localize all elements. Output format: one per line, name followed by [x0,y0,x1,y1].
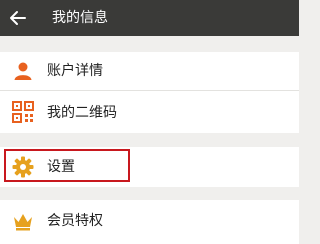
top-bar: 我的信息 [0,0,299,36]
highlight-annotation [4,149,130,182]
crown-icon [12,210,34,232]
menu-label-my-qr-code: 我的二维码 [47,105,117,121]
menu-label-vip-privileges: 会员特权 [47,213,103,229]
menu-item-my-qr-code[interactable]: 我的二维码 [0,91,299,133]
menu-item-vip-privileges[interactable]: 会员特权 [0,200,299,244]
qr-code-icon [12,101,34,123]
person-icon [12,60,34,82]
page-title: 我的信息 [52,10,108,26]
menu-item-account-details[interactable]: 账户详情 [0,52,299,90]
back-button[interactable] [6,6,30,30]
arrow-left-icon [10,11,26,25]
menu-label-account-details: 账户详情 [47,63,103,79]
